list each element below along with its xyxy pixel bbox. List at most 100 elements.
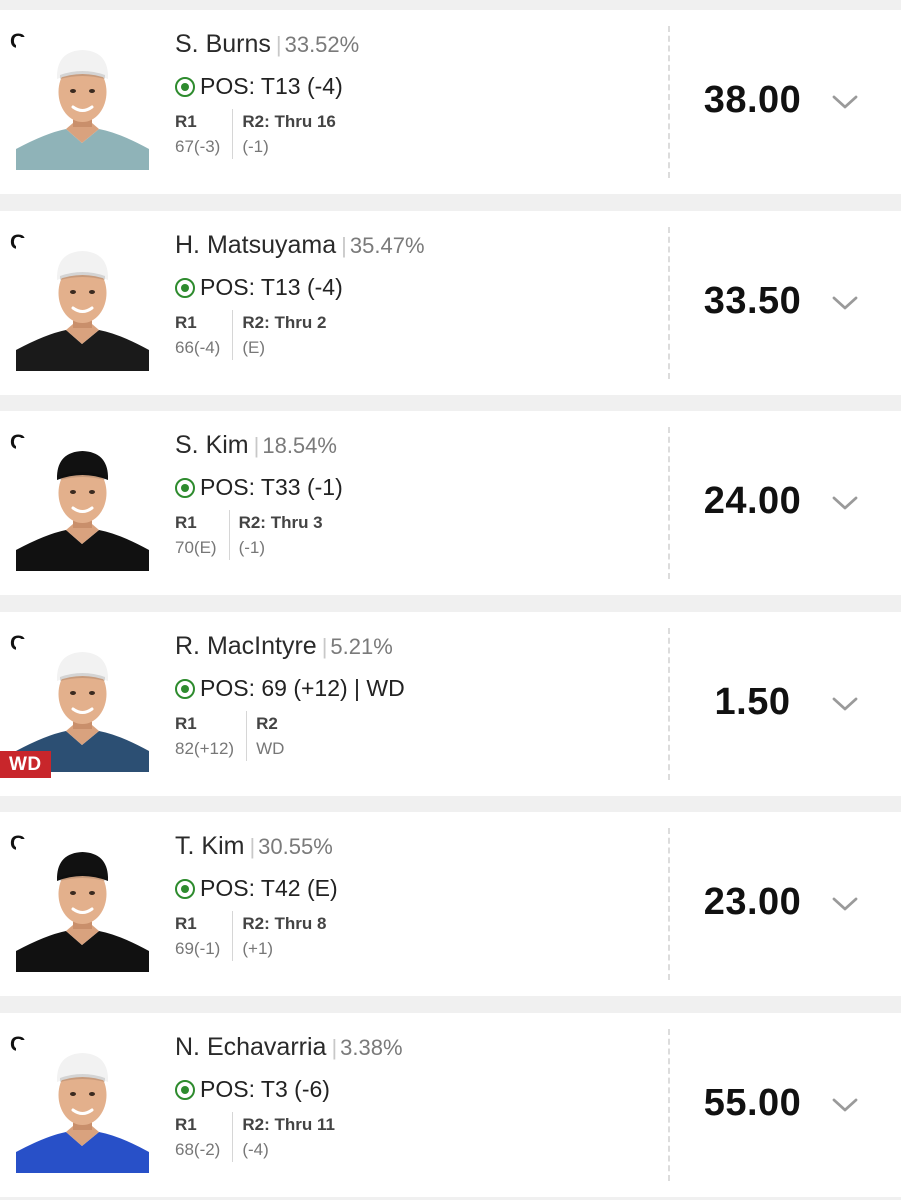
- round-2-score: WD: [256, 739, 285, 758]
- fantasy-points: 55.00: [703, 1082, 802, 1124]
- fantasy-points: 24.00: [703, 480, 802, 522]
- round-2-label: R2: Thru 11: [242, 1115, 335, 1134]
- round-1: R1 82(+12): [175, 711, 246, 761]
- tournament-position: POS: T13 (-4): [175, 274, 343, 301]
- fantasy-points: 23.00: [703, 881, 802, 923]
- round-2: R2: Thru 2 (E): [232, 310, 326, 360]
- tournament-position: POS: T13 (-4): [175, 73, 343, 100]
- position-text: POS: T3 (-6): [200, 1076, 330, 1102]
- ownership-percent: 18.54%: [262, 433, 337, 458]
- chevron-down-icon[interactable]: [832, 94, 858, 110]
- player-photo: [16, 238, 149, 371]
- player-name[interactable]: R. MacIntyre: [175, 632, 317, 660]
- player-headshot-icon: [16, 50, 149, 170]
- round-1-score: 69(-1): [175, 939, 221, 958]
- tournament-position: POS: T3 (-6): [175, 1076, 330, 1103]
- round-2-score: (-1): [242, 137, 269, 156]
- round-1: R1 68(-2): [175, 1112, 232, 1162]
- round-2-label: R2: Thru 3: [238, 513, 323, 532]
- name-divider: |: [253, 433, 260, 458]
- round-1: R1 67(-3): [175, 109, 232, 159]
- round-1-label: R1: [175, 513, 197, 532]
- chevron-down-icon[interactable]: [832, 896, 858, 912]
- round-2-label: R2: Thru 2: [242, 313, 327, 332]
- tournament-position: POS: 69 (+12) | WD: [175, 675, 405, 702]
- ownership-percent: 35.47%: [349, 233, 425, 258]
- player-card[interactable]: G S. Kim|18.54% POS: T33 (-1) R: [0, 411, 901, 595]
- round-1-score: 68(-2): [175, 1140, 221, 1159]
- name-divider: |: [341, 233, 347, 258]
- live-status-icon: [175, 76, 195, 97]
- player-name[interactable]: S. Kim: [175, 431, 249, 459]
- player-card[interactable]: G WD R. MacIntyre|5.21% POS: 69 (+12) | …: [0, 612, 901, 796]
- player-headshot-icon: [16, 251, 149, 371]
- player-name-line[interactable]: S. Burns | 33.52%: [175, 30, 359, 59]
- chevron-down-icon[interactable]: [832, 1097, 858, 1113]
- round-2-score: (-4): [242, 1140, 269, 1159]
- round-scores: R1 70(E) R2: Thru 3 (-1): [175, 510, 323, 560]
- live-status-icon: [175, 277, 195, 298]
- chevron-down-icon[interactable]: [832, 696, 858, 712]
- position-text: POS: T42 (E): [200, 875, 338, 901]
- round-2-label: R2: Thru 16: [242, 112, 336, 131]
- player-name-line[interactable]: T. Kim | 30.55%: [175, 832, 333, 861]
- player-name-line[interactable]: H. Matsuyama | 35.47%: [175, 231, 425, 260]
- round-1-label: R1: [175, 313, 197, 332]
- round-2: R2 WD: [246, 711, 284, 761]
- player-name[interactable]: T. Kim: [175, 832, 244, 860]
- status-badge: WD: [0, 751, 51, 778]
- name-divider: |: [321, 634, 328, 659]
- round-2: R2: Thru 11 (-4): [232, 1112, 335, 1162]
- round-1: R1 69(-1): [175, 911, 232, 961]
- position-text: POS: 69 (+12) | WD: [200, 675, 405, 701]
- player-card[interactable]: G N. Echavarria|3.38% POS: T3 (-6): [0, 1013, 901, 1197]
- player-headshot-icon: [16, 1053, 149, 1173]
- round-1-score: 67(-3): [175, 137, 221, 156]
- round-scores: R1 66(-4) R2: Thru 2 (E): [175, 310, 326, 360]
- live-status-icon: [175, 1079, 195, 1100]
- fantasy-points: 38.00: [703, 79, 802, 121]
- player-card[interactable]: G H. Matsuyama|35.47% POS: T13 (-4): [0, 211, 901, 395]
- player-card[interactable]: G T. Kim|30.55% POS: T42 (E) R1: [0, 812, 901, 996]
- live-status-icon: [175, 878, 195, 899]
- round-1-score: 70(E): [175, 538, 217, 557]
- player-name-line[interactable]: S. Kim | 18.54%: [175, 431, 337, 460]
- round-2-score: (-1): [238, 538, 266, 557]
- fantasy-points: 33.50: [703, 280, 802, 322]
- player-photo: [16, 37, 149, 170]
- round-2: R2: Thru 16 (-1): [232, 109, 336, 159]
- round-scores: R1 82(+12) R2 WD: [175, 711, 284, 761]
- name-divider: |: [275, 32, 282, 57]
- ownership-percent: 30.55%: [258, 834, 333, 859]
- chevron-down-icon[interactable]: [832, 495, 858, 511]
- round-2-score: (+1): [242, 939, 274, 958]
- player-photo: [16, 1040, 149, 1173]
- round-2-score: (E): [242, 338, 266, 357]
- player-name[interactable]: N. Echavarria: [175, 1033, 326, 1061]
- ownership-percent: 3.38%: [340, 1035, 403, 1060]
- round-1: R1 70(E): [175, 510, 229, 560]
- tournament-position: POS: T33 (-1): [175, 474, 343, 501]
- live-status-icon: [175, 678, 195, 699]
- round-scores: R1 68(-2) R2: Thru 11 (-4): [175, 1112, 335, 1162]
- round-1-label: R1: [175, 714, 197, 733]
- round-scores: R1 67(-3) R2: Thru 16 (-1): [175, 109, 336, 159]
- player-card[interactable]: G S. Burns|33.52% POS: T13 (-4): [0, 10, 901, 194]
- name-divider: |: [331, 1035, 338, 1060]
- round-1: R1 66(-4): [175, 310, 232, 360]
- round-1-label: R1: [175, 914, 197, 933]
- round-1-label: R1: [175, 1115, 197, 1134]
- round-2: R2: Thru 8 (+1): [232, 911, 326, 961]
- chevron-down-icon[interactable]: [832, 295, 858, 311]
- name-divider: |: [249, 834, 256, 859]
- round-2-label: R2: Thru 8: [242, 914, 327, 933]
- position-text: POS: T13 (-4): [200, 73, 343, 99]
- player-name[interactable]: S. Burns: [175, 30, 271, 58]
- player-photo: [16, 438, 149, 571]
- fantasy-points: 1.50: [714, 681, 791, 723]
- ownership-percent: 33.52%: [284, 32, 360, 57]
- player-name-line[interactable]: N. Echavarria | 3.38%: [175, 1033, 403, 1062]
- player-name[interactable]: H. Matsuyama: [175, 231, 336, 259]
- player-headshot-icon: [16, 451, 149, 571]
- player-name-line[interactable]: R. MacIntyre | 5.21%: [175, 632, 393, 661]
